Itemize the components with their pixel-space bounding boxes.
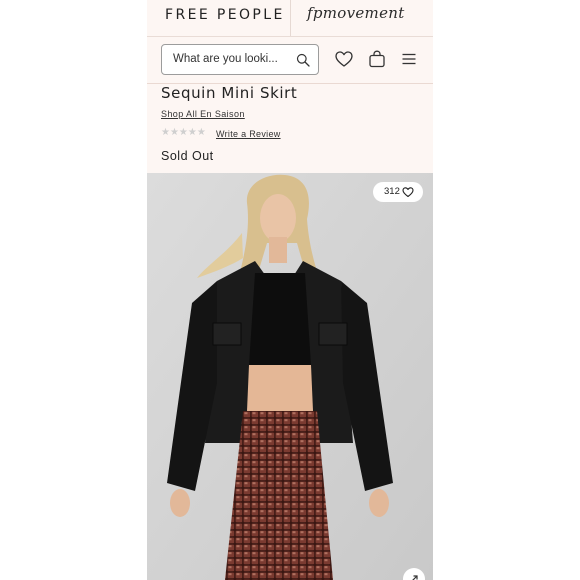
search-placeholder: What are you looki... bbox=[173, 53, 278, 65]
hamburger-menu-icon[interactable] bbox=[399, 49, 419, 69]
product-title: Sequin Mini Skirt bbox=[161, 84, 298, 102]
rating-stars: ★★★★★ bbox=[161, 127, 206, 138]
shopping-bag-icon[interactable] bbox=[367, 49, 387, 69]
favorite-count: 312 bbox=[384, 186, 400, 197]
free-people-logo[interactable]: FREE PEOPLE bbox=[165, 7, 285, 23]
availability-status: Sold Out bbox=[161, 149, 214, 163]
product-photo-illustration bbox=[147, 173, 433, 580]
search-icon[interactable] bbox=[296, 53, 310, 67]
heart-icon[interactable] bbox=[334, 49, 354, 69]
mobile-page: FREE PEOPLE fpmovement What are you look… bbox=[147, 0, 433, 580]
brand-bar: FREE PEOPLE fpmovement bbox=[147, 0, 433, 37]
search-input[interactable]: What are you looki... bbox=[161, 44, 319, 75]
collection-link[interactable]: Shop All En Saison bbox=[161, 109, 245, 119]
heart-icon bbox=[402, 187, 414, 198]
expand-icon[interactable] bbox=[403, 568, 425, 580]
fp-movement-logo[interactable]: fpmovement bbox=[307, 4, 405, 22]
brand-divider bbox=[290, 0, 291, 36]
favorite-button[interactable]: 312 bbox=[373, 182, 423, 202]
product-image[interactable]: 312 bbox=[147, 173, 433, 580]
write-review-link[interactable]: Write a Review bbox=[216, 129, 281, 139]
